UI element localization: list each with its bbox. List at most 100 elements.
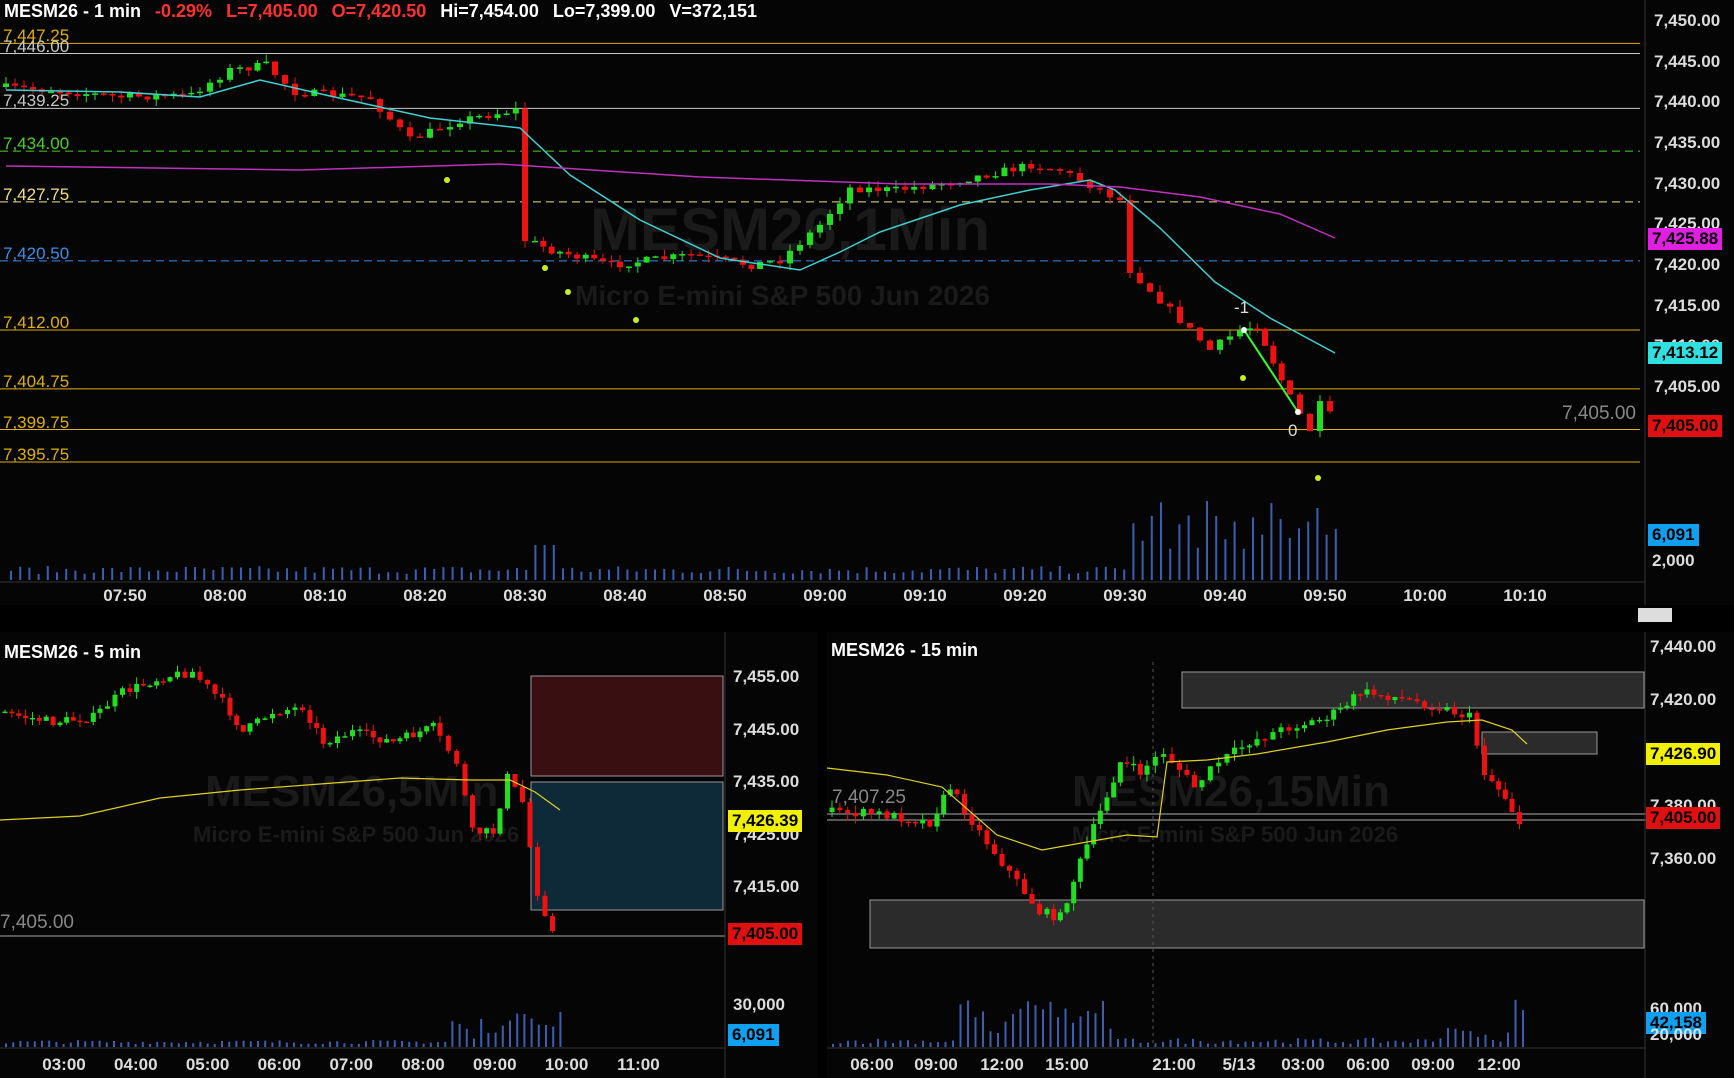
- candle-body: [470, 795, 475, 828]
- volume-bar: [359, 567, 362, 580]
- volume-bar: [1206, 500, 1208, 580]
- volume-bar: [1192, 1038, 1194, 1047]
- volume-bar: [1068, 573, 1070, 580]
- fifteen-min-chart-canvas[interactable]: [827, 632, 1734, 1078]
- candle-body: [962, 794, 967, 814]
- candle-body: [565, 251, 572, 255]
- candle-body: [548, 246, 555, 254]
- candle-body: [999, 854, 1005, 866]
- volume-bar: [1040, 566, 1043, 580]
- candle-body: [535, 847, 540, 896]
- candle-body: [285, 709, 290, 715]
- candle-body: [350, 730, 355, 737]
- candle-body: [70, 717, 76, 721]
- candle-body: [112, 694, 118, 707]
- volume-bar: [1312, 1039, 1314, 1047]
- volume-bar: [1492, 1039, 1494, 1047]
- price-axis-label: 7,450.00: [1654, 11, 1721, 30]
- volume-bar: [437, 1042, 439, 1047]
- volume-bar: [543, 545, 546, 580]
- volume-bar: [127, 1041, 130, 1047]
- candle-body: [424, 726, 430, 732]
- candle-body: [207, 82, 213, 92]
- candle-body: [109, 93, 116, 96]
- candle-body: [120, 688, 125, 695]
- volume-bar: [314, 1043, 317, 1047]
- candle-body: [457, 123, 463, 128]
- candle-body: [1452, 707, 1457, 715]
- volume-bar: [884, 571, 886, 580]
- candle-body: [1392, 696, 1398, 701]
- candle-body: [1517, 812, 1522, 824]
- candle-body: [891, 813, 897, 819]
- main-chart-header: MESM26 - 1 min -0.29% L=7,405.00 O=7,420.50…: [4, 1, 771, 22]
- volume-bar: [862, 1043, 864, 1047]
- volume-bar: [709, 571, 712, 580]
- candle-body: [342, 736, 348, 738]
- volume-bar: [617, 566, 620, 580]
- candle-body: [1184, 769, 1190, 775]
- volume-bar: [74, 570, 77, 580]
- candle-body: [437, 722, 443, 736]
- candle-body: [1199, 780, 1205, 788]
- candle-body: [542, 895, 548, 916]
- volume-bar: [329, 1041, 331, 1047]
- candle-body: [335, 736, 340, 744]
- volume-bar: [1123, 569, 1126, 580]
- volume-bar: [295, 571, 298, 580]
- candle-body: [23, 715, 29, 719]
- mid-range-zone: [1481, 731, 1598, 755]
- volume-bar: [487, 1032, 490, 1047]
- candle-body: [167, 677, 173, 682]
- volume-bar: [129, 567, 132, 580]
- candle-body: [1254, 739, 1260, 746]
- candle-body: [1262, 739, 1268, 741]
- volume-bar: [681, 572, 684, 580]
- main-chart-canvas[interactable]: [0, 0, 1734, 605]
- volume-bar: [480, 1018, 483, 1047]
- volume-bar: [213, 1043, 216, 1047]
- volume-bar: [1132, 1038, 1134, 1047]
- main-low: Lo=7,399.00: [552, 1, 656, 21]
- volume-bar: [1095, 567, 1098, 580]
- volume-bar: [98, 1040, 101, 1047]
- main-last: L=7,405.00: [226, 1, 318, 21]
- candle-body: [43, 716, 49, 721]
- time-axis-label: 09:30: [1103, 586, 1147, 605]
- five-min-chart-panel[interactable]: MESM26,5Min Micro E-mini S&P 500 Jun 202…: [0, 632, 818, 1078]
- candle-body: [358, 95, 365, 98]
- candle-body: [437, 128, 443, 131]
- volume-bar: [1049, 1001, 1052, 1047]
- volume-bar: [985, 568, 988, 580]
- volume-bar: [1124, 1038, 1127, 1047]
- time-axis-label: 09:00: [803, 586, 847, 605]
- volume-bar: [206, 1043, 209, 1047]
- volume-bar: [1334, 1042, 1337, 1047]
- candle-body: [3, 83, 9, 87]
- time-axis-label: 09:50: [1303, 586, 1347, 605]
- price-axis-label: 7,445.00: [733, 719, 800, 739]
- volume-bar: [192, 1043, 195, 1047]
- fifteen-min-chart-panel[interactable]: MESM26,15Min Micro E-mini S&P 500 Jun 20…: [827, 632, 1734, 1078]
- volume-bar: [322, 567, 325, 580]
- volume-bar: [105, 1042, 108, 1047]
- candle-body: [1071, 881, 1077, 904]
- candle-body: [454, 750, 460, 764]
- candle-body: [160, 681, 166, 683]
- scrollbar-thumb[interactable]: [1638, 608, 1672, 622]
- candle-body: [1270, 345, 1277, 364]
- volume-bar: [914, 1043, 917, 1047]
- five-min-chart-canvas[interactable]: [0, 632, 818, 1078]
- main-high: Hi=7,454.00: [440, 1, 539, 21]
- candle-body: [227, 697, 233, 716]
- main-chart-panel[interactable]: MESM26,1Min Micro E-mini S&P 500 Jun 202…: [0, 0, 1734, 605]
- candle-body: [522, 108, 528, 242]
- volume-bar: [974, 1017, 977, 1047]
- volume-bar: [1042, 1009, 1044, 1047]
- last-price-left-label: 7,405.00: [1562, 403, 1636, 424]
- candle-body: [377, 737, 383, 743]
- volume-bar: [854, 1040, 857, 1047]
- candle-body: [245, 67, 252, 71]
- candle-body: [270, 713, 275, 719]
- candle-body: [1489, 775, 1495, 782]
